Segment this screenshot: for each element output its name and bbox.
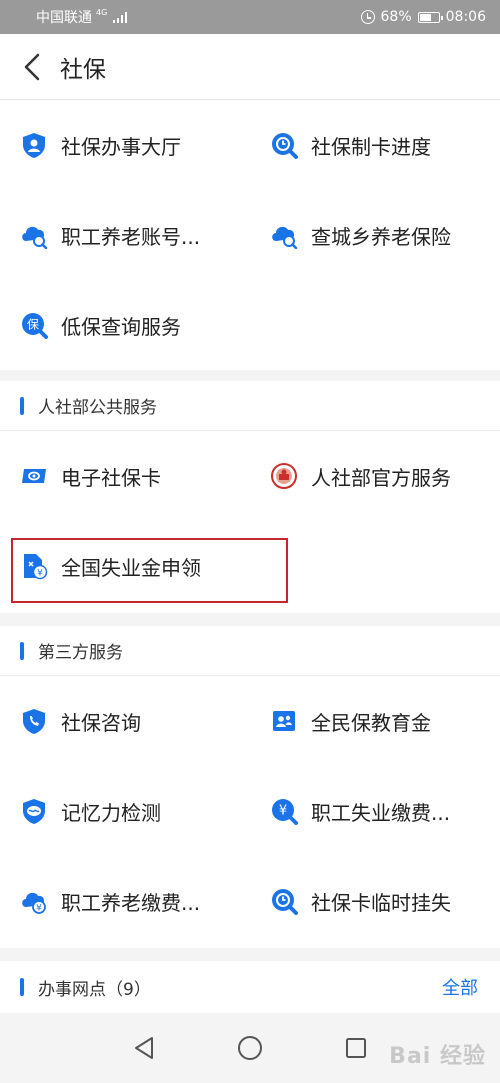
triangle-back-icon <box>135 1037 153 1059</box>
cloud-search-icon <box>22 226 48 249</box>
nav-home-button[interactable] <box>197 1013 303 1083</box>
svg-text:保: 保 <box>27 318 39 332</box>
social-security-section: 社保办事大厅 社保制卡进度 职工养老账号... 查城乡养老保险 保 低保查询服务 <box>0 100 500 370</box>
service-item-consult[interactable]: 社保咨询 <box>0 676 250 766</box>
item-label: 职工失业缴费... <box>311 800 451 825</box>
cloud-search-icon <box>272 226 298 249</box>
service-item-memory-test[interactable]: 记忆力检测 <box>0 766 250 856</box>
svg-text:¥: ¥ <box>279 804 287 819</box>
square-recents-icon <box>346 1038 366 1058</box>
alarm-icon <box>360 10 375 24</box>
service-item-card-loss[interactable]: 社保卡临时挂失 <box>250 856 500 946</box>
third-party-section: 第三方服务 社保咨询 全民保教育金 记忆力检测 ¥ 职工失业缴费... ¥ 职工… <box>0 626 500 948</box>
service-item-education-fund[interactable]: 全民保教育金 <box>250 676 500 766</box>
clock: 08:06 <box>445 9 486 25</box>
section-header: 办事网点（9） 全部 <box>0 961 500 1013</box>
item-label: 职工养老账号... <box>61 224 201 249</box>
page-title: 社保 <box>60 56 106 83</box>
signal-icon <box>113 11 128 23</box>
bao-search-icon: 保 <box>22 313 48 339</box>
section-header: 第三方服务 <box>0 626 500 676</box>
item-label: 人社部官方服务 <box>311 465 451 490</box>
service-item-unemployment-payment[interactable]: ¥ 职工失业缴费... <box>250 766 500 856</box>
carrier-name: 中国联通 <box>36 10 92 26</box>
yuan-circle-icon: ¥ <box>272 799 298 825</box>
item-label: 全民保教育金 <box>311 710 431 735</box>
service-item-mohrss-official[interactable]: 人社部官方服务 <box>250 431 500 521</box>
item-label: 职工养老缴费... <box>61 890 201 915</box>
section-title: 办事网点（9） <box>38 979 151 1000</box>
service-item-rural-pension[interactable]: 查城乡养老保险 <box>250 190 500 280</box>
shield-phone-icon <box>23 709 45 734</box>
battery-icon <box>417 11 443 23</box>
circle-home-icon <box>238 1036 262 1060</box>
progress-search-icon <box>272 889 298 915</box>
section-marker <box>20 641 24 660</box>
progress-search-icon <box>272 133 298 159</box>
document-yuan-icon: ¥ <box>24 554 48 580</box>
section-header: 人社部公共服务 <box>0 381 500 431</box>
section-title: 第三方服务 <box>38 643 123 663</box>
cloud-yuan-icon: ¥ <box>22 892 46 914</box>
network-type: 4G <box>96 8 108 17</box>
view-all-link[interactable]: 全部 <box>442 974 478 1000</box>
watermark: Bai 经验 <box>389 1044 486 1069</box>
shield-user-icon <box>23 133 45 158</box>
item-label: 全国失业金申领 <box>61 555 201 580</box>
status-bar: 中国联通 4G 68% 08:06 <box>0 0 500 34</box>
ecard-icon <box>22 469 46 483</box>
item-label: 低保查询服务 <box>61 314 181 339</box>
app-header: 社保 <box>0 34 500 100</box>
brain-shield-icon <box>23 799 45 824</box>
item-label: 社保卡临时挂失 <box>311 890 451 915</box>
item-label: 记忆力检测 <box>61 800 161 825</box>
chevron-left-icon <box>24 53 40 80</box>
item-label: 查城乡养老保险 <box>311 224 451 249</box>
item-label: 社保办事大厅 <box>61 134 181 159</box>
svg-text:¥: ¥ <box>36 904 42 914</box>
item-label: 社保咨询 <box>61 710 141 735</box>
nav-back-button[interactable] <box>91 1013 197 1083</box>
service-item-pension-payment[interactable]: ¥ 职工养老缴费... <box>0 856 250 946</box>
battery-percent: 68% <box>380 9 412 25</box>
service-item-low-income[interactable]: 保 低保查询服务 <box>0 280 250 370</box>
service-item-card-progress[interactable]: 社保制卡进度 <box>250 100 500 190</box>
item-label: 社保制卡进度 <box>311 134 431 159</box>
back-button[interactable] <box>0 34 64 100</box>
section-marker <box>20 978 24 996</box>
section-marker <box>20 396 24 415</box>
service-item-pension-account[interactable]: 职工养老账号... <box>0 190 250 280</box>
svg-text:¥: ¥ <box>37 569 43 579</box>
section-title: 人社部公共服务 <box>38 398 157 418</box>
item-label: 电子社保卡 <box>61 465 161 490</box>
people-card-icon <box>273 711 295 731</box>
service-item-hall[interactable]: 社保办事大厅 <box>0 100 250 190</box>
mohrss-section: 人社部公共服务 电子社保卡 人社部官方服务 ¥ 全国失业金申领 <box>0 381 500 613</box>
service-item-unemployment-claim[interactable]: ¥ 全国失业金申领 <box>0 521 250 611</box>
offices-section: 办事网点（9） 全部 <box>0 961 500 1013</box>
emblem-icon <box>271 463 297 489</box>
service-item-e-card[interactable]: 电子社保卡 <box>0 431 250 521</box>
